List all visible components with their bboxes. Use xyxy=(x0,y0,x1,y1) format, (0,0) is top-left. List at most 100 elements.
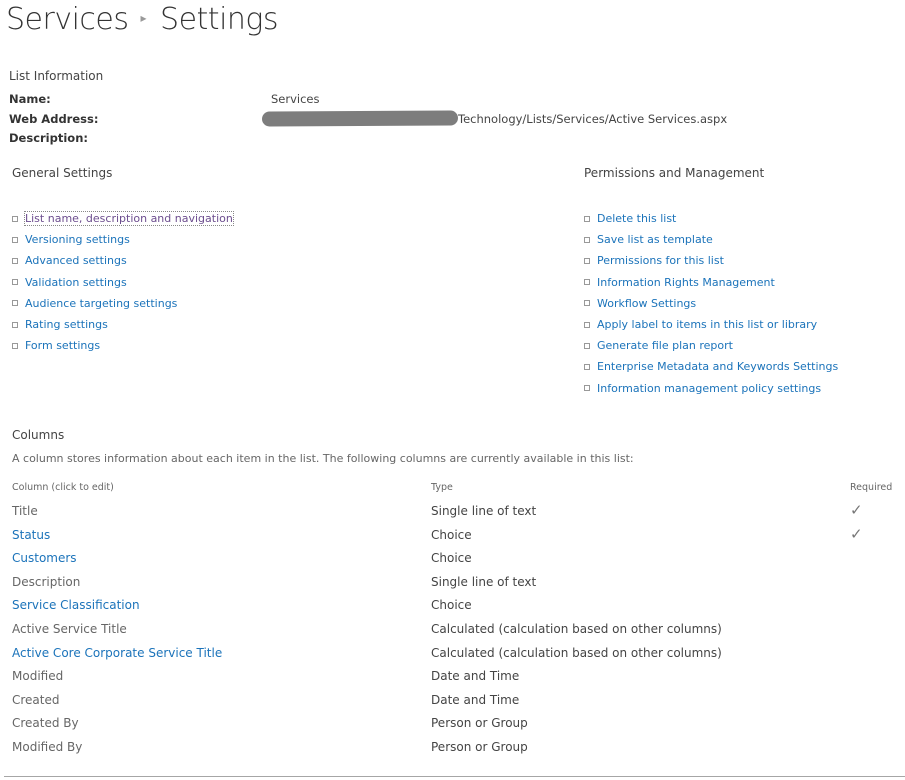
permissions-link[interactable]: Generate file plan report xyxy=(597,339,733,352)
name-label: Name: xyxy=(9,92,51,106)
list-item: Advanced settings xyxy=(12,250,233,271)
general-link[interactable]: Validation settings xyxy=(25,276,127,289)
general-link[interactable]: Rating settings xyxy=(25,318,108,331)
bullet-icon xyxy=(584,342,590,349)
column-name: Description xyxy=(12,574,81,589)
table-row: Created Date and Time xyxy=(12,690,892,714)
column-type: Single line of text xyxy=(431,504,537,518)
list-item: Rating settings xyxy=(12,314,233,335)
column-type: Choice xyxy=(431,598,472,613)
permissions-link[interactable]: Information Rights Management xyxy=(597,276,775,289)
column-type: Calculated (calculation based on other c… xyxy=(431,645,722,660)
list-item: Versioning settings xyxy=(12,229,233,250)
column-name[interactable]: Customers xyxy=(12,551,77,565)
permissions-link[interactable]: Save list as template xyxy=(597,233,713,246)
general-link[interactable]: Form settings xyxy=(25,339,100,352)
column-name[interactable]: Service Classification xyxy=(12,598,140,612)
list-item: Generate file plan report xyxy=(584,335,838,356)
page-title: Services ▸ Settings xyxy=(6,2,279,37)
required-check-icon: ✓ xyxy=(850,501,863,519)
permissions-link[interactable]: Workflow Settings xyxy=(597,297,696,310)
bullet-icon xyxy=(584,385,590,392)
list-item: Audience targeting settings xyxy=(12,293,233,314)
table-row: Created By Person or Group xyxy=(12,713,892,737)
list-item: Information Rights Management xyxy=(584,272,838,293)
permissions-link[interactable]: Delete this list xyxy=(597,212,676,225)
column-name: Active Service Title xyxy=(12,621,127,636)
permissions-link[interactable]: Enterprise Metadata and Keywords Setting… xyxy=(597,360,838,373)
name-value: Services xyxy=(271,92,320,106)
permissions-management-list: Delete this list Save list as template Per… xyxy=(584,208,838,399)
list-information-heading: List Information xyxy=(9,69,104,83)
column-name[interactable]: Active Core Corporate Service Title xyxy=(12,646,222,660)
column-type: Person or Group xyxy=(431,739,528,754)
general-settings-heading: General Settings xyxy=(12,166,113,180)
column-type: Date and Time xyxy=(431,669,520,684)
description-label: Description: xyxy=(9,131,88,145)
table-row: Modified By Person or Group xyxy=(12,737,892,761)
column-header-name: Column (click to edit) xyxy=(12,482,114,493)
list-item: Workflow Settings xyxy=(584,293,838,314)
bullet-icon xyxy=(12,236,18,243)
table-row: Description Single line of text xyxy=(12,572,892,596)
table-row: Active Core Corporate Service Title Calcu… xyxy=(12,643,892,667)
list-item: Enterprise Metadata and Keywords Setting… xyxy=(584,356,838,377)
permissions-link[interactable]: Information management policy settings xyxy=(597,382,821,395)
permissions-management-heading: Permissions and Management xyxy=(584,166,765,180)
divider xyxy=(4,776,905,777)
breadcrumb-parent-link[interactable]: Services xyxy=(6,2,129,37)
column-type: Choice xyxy=(431,551,472,566)
bullet-icon xyxy=(12,342,18,349)
general-link[interactable]: Versioning settings xyxy=(25,233,130,246)
bullet-icon xyxy=(584,300,590,307)
web-address-label: Web Address: xyxy=(9,112,99,126)
list-item: Permissions for this list xyxy=(584,250,838,271)
general-link[interactable]: List name, description and navigation xyxy=(24,211,234,227)
bullet-icon xyxy=(12,279,18,286)
column-type: Calculated (calculation based on other c… xyxy=(431,621,722,636)
bullet-icon xyxy=(12,215,18,222)
bullet-icon xyxy=(12,300,18,307)
column-name: Title xyxy=(12,504,38,518)
breadcrumb-separator-icon: ▸ xyxy=(140,10,147,25)
columns-heading: Columns xyxy=(12,428,65,442)
column-name: Modified xyxy=(12,669,64,684)
table-row: Customers Choice xyxy=(12,548,892,572)
general-settings-list: List name, description and navigation Ver… xyxy=(12,208,234,356)
table-row: Title Single line of text ✓ xyxy=(12,501,892,525)
table-row: Active Service Title Calculated (calculat… xyxy=(12,619,892,643)
column-name: Created xyxy=(12,692,60,707)
list-item: Form settings xyxy=(12,335,233,356)
bullet-icon xyxy=(12,257,18,264)
permissions-link[interactable]: Permissions for this list xyxy=(597,254,724,267)
column-name[interactable]: Status xyxy=(12,528,50,542)
bullet-icon xyxy=(12,321,18,328)
table-row: Service Classification Choice xyxy=(12,595,892,619)
columns-description: A column stores information about each i… xyxy=(12,452,634,465)
bullet-icon xyxy=(584,321,590,328)
list-item: Validation settings xyxy=(12,272,233,293)
list-item: Delete this list xyxy=(584,208,838,229)
page-title-text: Settings xyxy=(160,2,279,37)
column-type: Date and Time xyxy=(431,692,520,707)
permissions-link[interactable]: Apply label to items in this list or lib… xyxy=(597,318,817,331)
general-link[interactable]: Audience targeting settings xyxy=(25,297,177,310)
column-header-type: Type xyxy=(431,482,453,493)
bullet-icon xyxy=(584,279,590,286)
list-item: Apply label to items in this list or lib… xyxy=(584,314,838,335)
table-row: Status Choice ✓ xyxy=(12,525,892,549)
list-item: List name, description and navigation xyxy=(12,208,234,229)
bullet-icon xyxy=(584,257,590,264)
column-header-required: Required xyxy=(850,482,893,493)
bullet-icon xyxy=(584,236,590,243)
column-type: Person or Group xyxy=(431,716,528,731)
general-link[interactable]: Advanced settings xyxy=(25,254,127,267)
table-row: Modified Date and Time xyxy=(12,666,892,690)
redacted-url-part xyxy=(261,110,459,127)
list-item: Information management policy settings xyxy=(584,378,838,399)
column-name: Created By xyxy=(12,716,79,731)
required-check-icon: ✓ xyxy=(850,524,863,543)
bullet-icon xyxy=(584,215,590,222)
web-address-value: Technology/Lists/Services/Active Service… xyxy=(458,112,728,126)
columns-table: Title Single line of text ✓ Status Choice ✓ Cu… xyxy=(12,501,892,761)
